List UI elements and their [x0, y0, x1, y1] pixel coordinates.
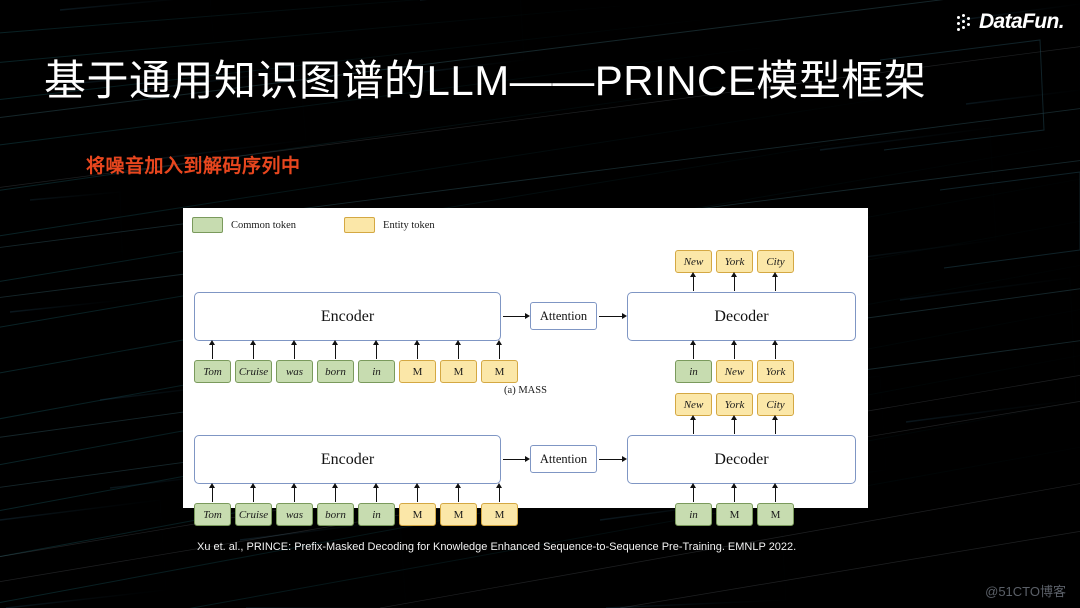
figure-panel: Common token Entity token Encoder Attent… [183, 208, 868, 526]
legend-swatch-yellow-icon [344, 217, 376, 233]
arrow-encoder-to-attention-prince [503, 454, 530, 464]
legend-label-entity-token: Entity token [383, 219, 435, 231]
arrow-up [730, 415, 739, 434]
token-born: born [317, 503, 354, 526]
token-was: was [276, 360, 313, 383]
arrow-up [730, 483, 739, 502]
token-cruise: Cruise [235, 360, 272, 383]
token-city: City [757, 250, 794, 273]
token-was: was [276, 503, 313, 526]
encoder-input-row-mass: Tom Cruise was born in M M M [194, 360, 518, 383]
arrow-up [495, 340, 504, 359]
decoder-box-prince: Decoder [627, 435, 856, 484]
token-in: in [358, 503, 395, 526]
arrow-up [331, 340, 340, 359]
arrow-up [771, 340, 780, 359]
token-cruise: Cruise [235, 503, 272, 526]
legend-entry-common-token: Common token [192, 217, 296, 233]
arrow-up [290, 483, 299, 502]
arrow-up [249, 340, 258, 359]
arrow-up [689, 340, 698, 359]
arrow-encoder-to-attention-mass [503, 311, 530, 321]
token-in: in [358, 360, 395, 383]
arrow-up [730, 272, 739, 291]
token-m: M [399, 503, 436, 526]
legend-swatch-green-icon [192, 217, 223, 233]
token-m: M [399, 360, 436, 383]
encoder-box-prince: Encoder [194, 435, 501, 484]
arrow-up [454, 483, 463, 502]
token-m: M [481, 360, 518, 383]
token-m: M [440, 503, 477, 526]
figure-legend: Common token Entity token [192, 217, 435, 233]
token-york: York [716, 250, 753, 273]
arrow-up [771, 483, 780, 502]
arrow-up [454, 340, 463, 359]
arrow-up [249, 483, 258, 502]
arrow-up [372, 340, 381, 359]
logo-wordmark: DataFun. [978, 10, 1065, 33]
arrow-up [208, 340, 217, 359]
slide-canvas: DataFun. 基于通用知识图谱的LLM——PRINCE模型框架 将噪音加入到… [0, 0, 1080, 608]
token-york: York [757, 360, 794, 383]
arrow-up [730, 340, 739, 359]
arrow-up [689, 415, 698, 434]
slide-subtitle: 将噪音加入到解码序列中 [86, 156, 301, 177]
arrow-up [771, 415, 780, 434]
token-york: York [716, 393, 753, 416]
token-in: in [675, 503, 712, 526]
arrow-up [372, 483, 381, 502]
decoder-output-row-prince: New York City [675, 393, 794, 416]
decoder-input-row-mass: in New York [675, 360, 794, 383]
arrow-attention-to-decoder-prince [599, 454, 627, 464]
diagram-mass: Encoder Attention Decoder Tom Cruise was bo… [183, 245, 868, 396]
arrow-up [689, 272, 698, 291]
attention-box-prince: Attention [530, 445, 597, 473]
token-m: M [757, 503, 794, 526]
arrow-up [689, 483, 698, 502]
token-new: New [716, 360, 753, 383]
arrow-up [413, 340, 422, 359]
token-m: M [716, 503, 753, 526]
token-in: in [675, 360, 712, 383]
arrow-up [771, 272, 780, 291]
datafun-dot-matrix-icon [956, 13, 974, 31]
watermark: @51CTO博客 [985, 584, 1066, 599]
arrow-up [495, 483, 504, 502]
citation-text: Xu et. al., PRINCE: Prefix-Masked Decodi… [197, 541, 797, 553]
legend-entry-entity-token: Entity token [344, 217, 435, 233]
encoder-box-mass: Encoder [194, 292, 501, 341]
diagram-prince: Encoder Attention Decoder Tom Cruise was bo… [183, 388, 868, 526]
arrow-up [208, 483, 217, 502]
token-tom: Tom [194, 503, 231, 526]
token-m: M [481, 503, 518, 526]
slide-title: 基于通用知识图谱的LLM——PRINCE模型框架 [44, 57, 927, 104]
decoder-input-row-prince: in M M [675, 503, 794, 526]
legend-label-common-token: Common token [231, 219, 297, 231]
attention-box-mass: Attention [530, 302, 597, 330]
decoder-output-row-mass: New York City [675, 250, 794, 273]
token-tom: Tom [194, 360, 231, 383]
token-born: born [317, 360, 354, 383]
decoder-box-mass: Decoder [627, 292, 856, 341]
token-m: M [440, 360, 477, 383]
arrow-up [290, 340, 299, 359]
arrow-up [413, 483, 422, 502]
encoder-input-row-prince: Tom Cruise was born in M M M [194, 503, 518, 526]
token-new: New [675, 250, 712, 273]
arrow-attention-to-decoder-mass [599, 311, 627, 321]
token-new: New [675, 393, 712, 416]
token-city: City [757, 393, 794, 416]
datafun-logo: DataFun. [956, 8, 1065, 36]
arrow-up [331, 483, 340, 502]
